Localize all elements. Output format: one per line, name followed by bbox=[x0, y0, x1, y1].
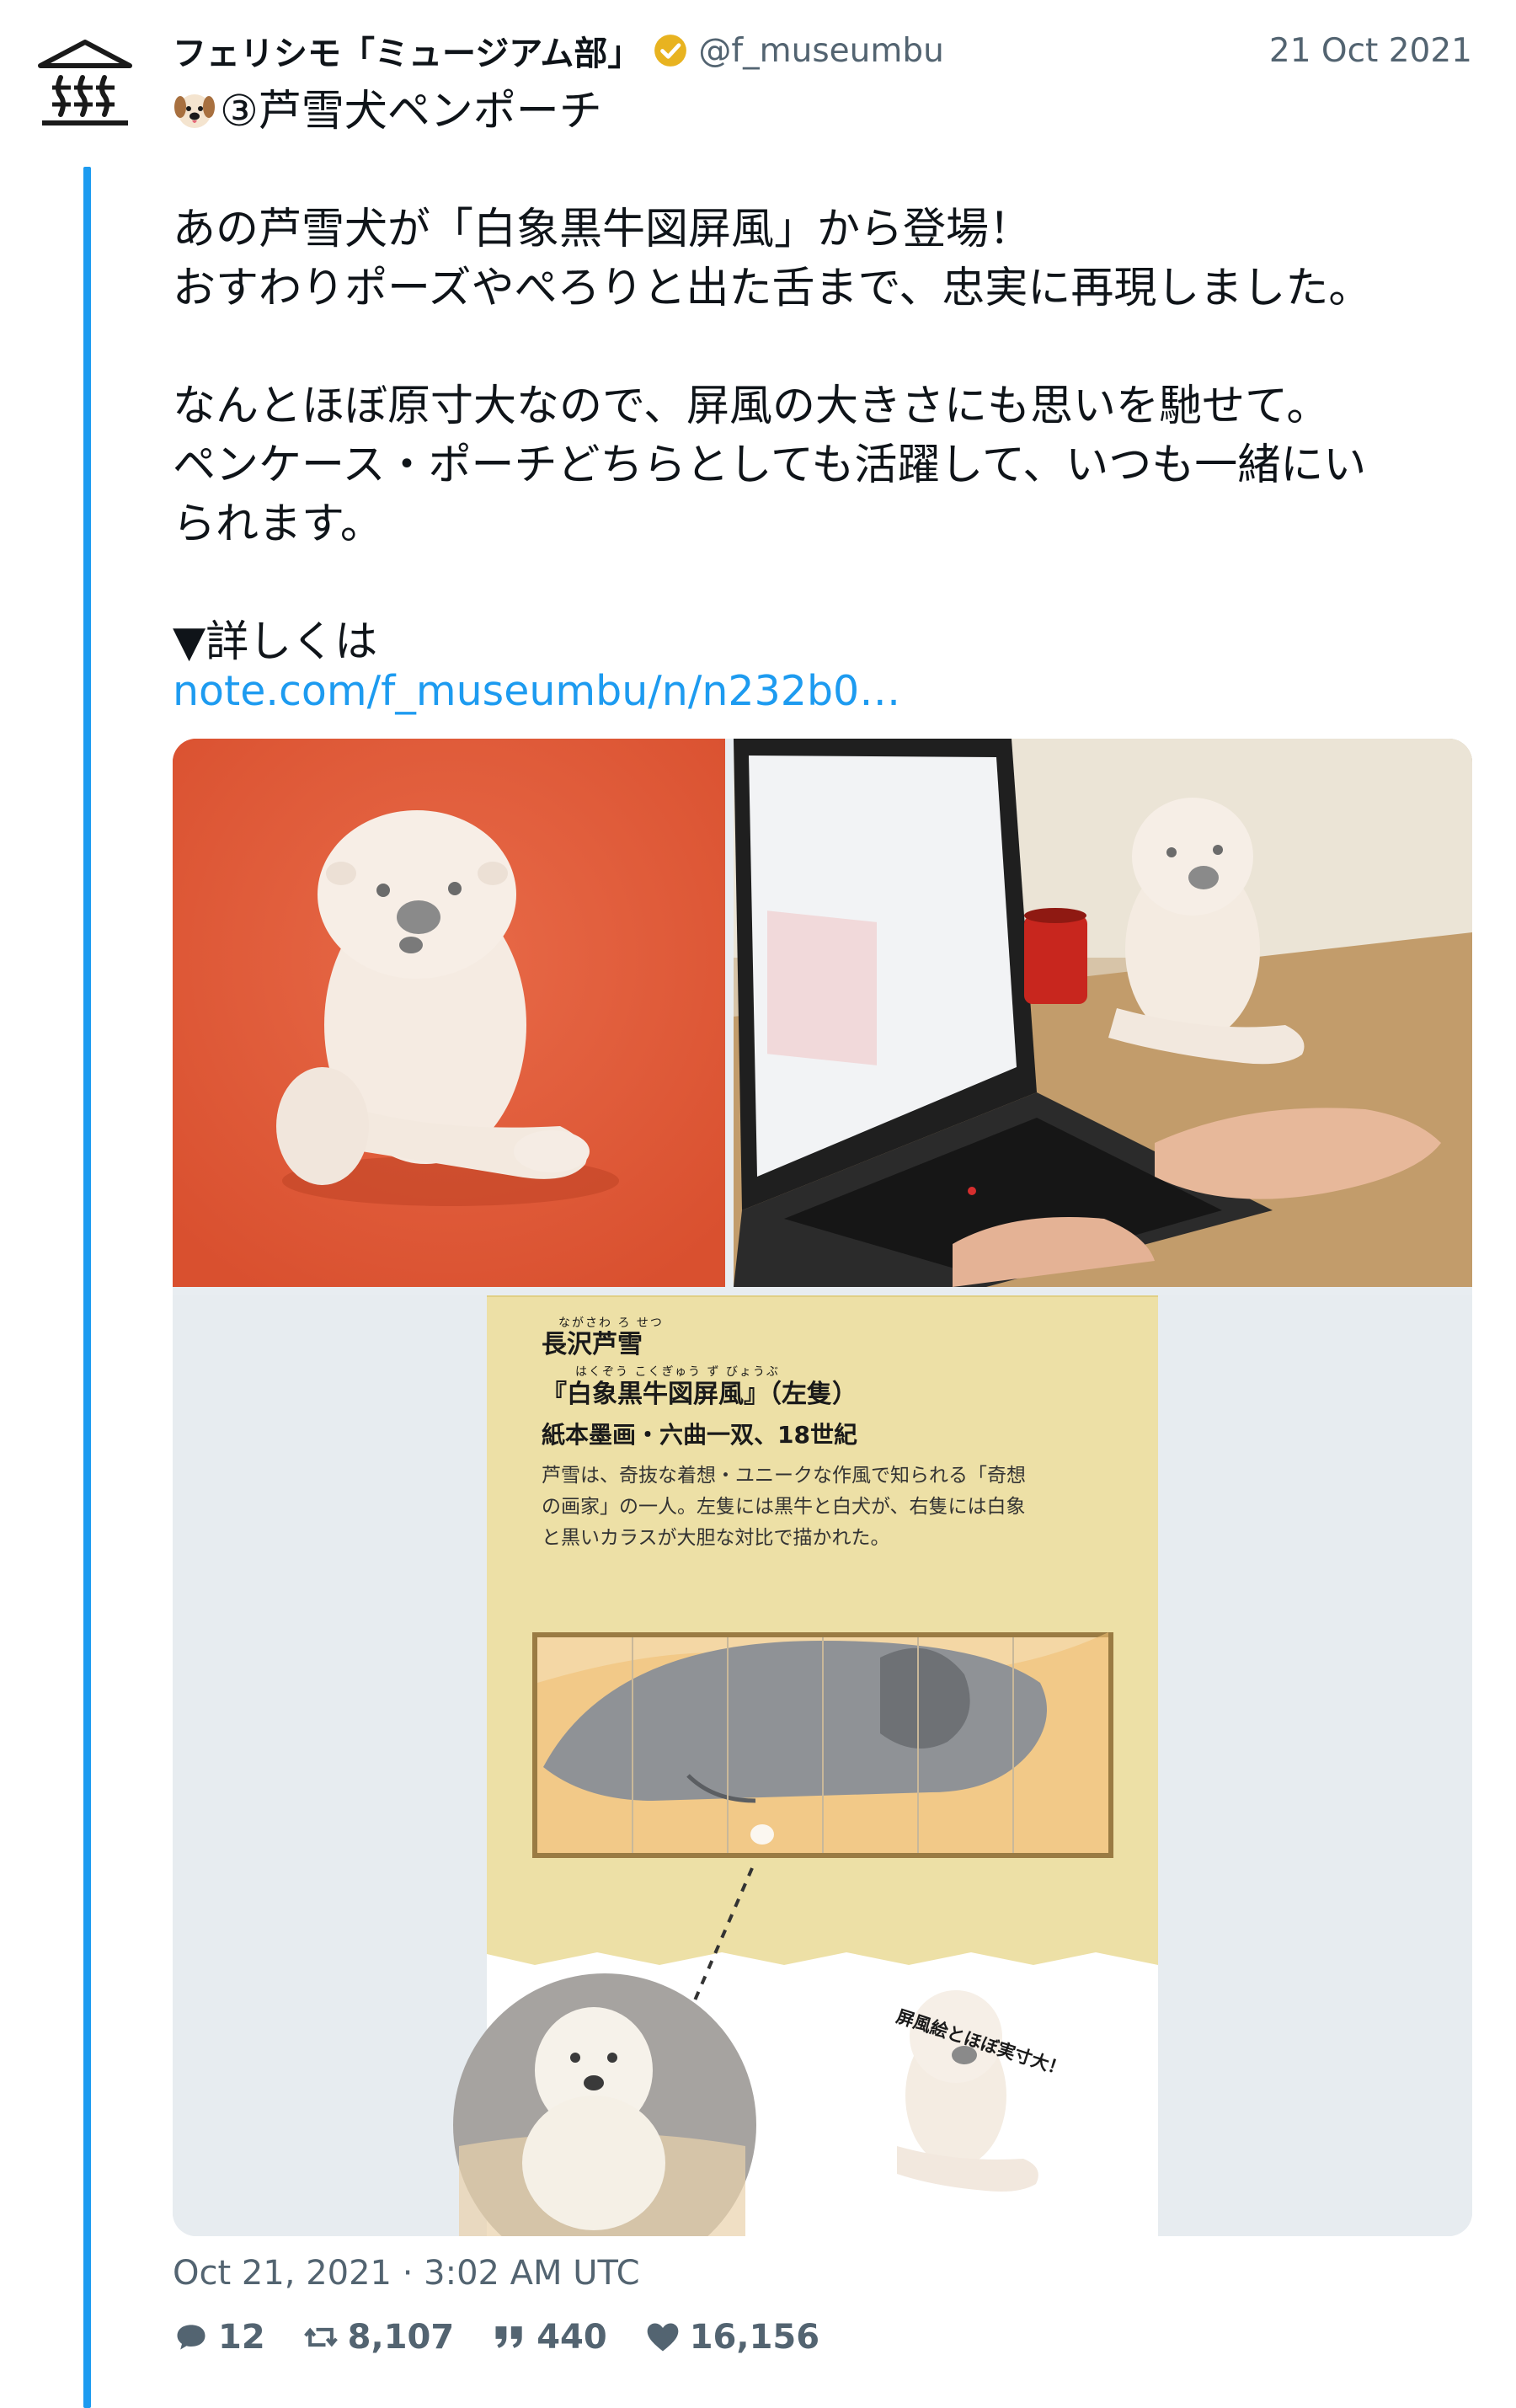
artwork-title: 『白象黒牛図屏風』（左隻） bbox=[542, 1380, 857, 1409]
user-handle[interactable]: @f_museumbu bbox=[698, 32, 943, 70]
thread-line bbox=[83, 167, 91, 2408]
action-bar: 12 8,107 440 16,156 bbox=[173, 2312, 857, 2363]
media-photo-screen-explainer[interactable]: ながさわ ろ せつ 長沢芦雪 はくぞう こくぎゅう ず びょうぶ 『白象黒牛図屏… bbox=[173, 1295, 1472, 2236]
retweet-count: 8,107 bbox=[347, 2318, 455, 2357]
media-photo-plush-laptop[interactable] bbox=[734, 739, 1472, 1287]
reply-icon bbox=[177, 2325, 206, 2350]
reply-count: 12 bbox=[218, 2318, 265, 2357]
media-photo-plush-orange[interactable] bbox=[173, 739, 725, 1287]
description-line: と黒いカラスが大胆な対比で描かれた。 bbox=[542, 1527, 890, 1549]
verified-badge-icon bbox=[654, 35, 687, 67]
heart-icon bbox=[647, 2323, 679, 2352]
screen-text-block: ながさわ ろ せつ 長沢芦雪 はくぞう こくぎゅう ず びょうぶ 『白象黒牛図屏… bbox=[542, 1314, 1081, 1554]
quote-button[interactable]: 440 bbox=[491, 2318, 607, 2357]
dog-face-emoji-icon bbox=[174, 94, 215, 128]
artwork-medium: 紙本墨画・六曲一双、18世紀 bbox=[542, 1421, 857, 1449]
laptop-scene-illustration bbox=[734, 739, 1472, 1287]
artwork-description: 芦雪は、奇抜な着想・ユニークな作風で知られる「奇想 の画家」の一人。左隻には黒牛… bbox=[542, 1460, 1081, 1554]
tweet-timestamp[interactable]: Oct 21, 2021 · 3:02 AM UTC bbox=[173, 2254, 640, 2293]
reply-button[interactable]: 12 bbox=[173, 2318, 265, 2357]
description-line: 芦雪は、奇抜な着想・ユニークな作風で知られる「奇想 bbox=[542, 1465, 1026, 1487]
tweet-link[interactable]: note.com/f_museumbu/n/n232b0… bbox=[173, 667, 900, 715]
artist-ruby: ながさわ ろ せつ bbox=[558, 1316, 664, 1330]
artist-name: 長沢芦雪 bbox=[542, 1330, 643, 1359]
title-ruby: はくぞう こくぎゅう ず びょうぶ bbox=[575, 1365, 780, 1379]
like-count: 16,156 bbox=[689, 2318, 820, 2357]
quote-icon bbox=[495, 2326, 522, 2348]
display-name[interactable]: フェリシモ「ミュージアム部」 bbox=[173, 26, 641, 75]
retweet-button[interactable]: 8,107 bbox=[302, 2318, 455, 2357]
description-line: の画家」の一人。左隻には黒牛と白犬が、右隻には白象 bbox=[542, 1496, 1026, 1518]
plush-dog-illustration bbox=[173, 739, 725, 1287]
tweet-header: フェリシモ「ミュージアム部」 @f_museumbu 21 Oct 2021 bbox=[173, 25, 1472, 76]
tweet-text: ③芦雪犬ペンポーチ あの芦雪犬が「白象黒牛図屏風」から登場！ おすわりポーズやぺ… bbox=[173, 87, 1372, 667]
tweet-text-block: ③芦雪犬ペンポーチ あの芦雪犬が「白象黒牛図屏風」から登場！ おすわりポーズやぺ… bbox=[173, 83, 1470, 672]
retweet-icon bbox=[303, 2327, 338, 2347]
avatar[interactable] bbox=[30, 29, 140, 138]
quote-count: 440 bbox=[536, 2318, 607, 2357]
media-grid: ながさわ ろ せつ 長沢芦雪 はくぞう こくぎゅう ず びょうぶ 『白象黒牛図屏… bbox=[173, 739, 1472, 2236]
tweet-date[interactable]: 21 Oct 2021 bbox=[1269, 32, 1472, 70]
like-button[interactable]: 16,156 bbox=[644, 2318, 819, 2357]
